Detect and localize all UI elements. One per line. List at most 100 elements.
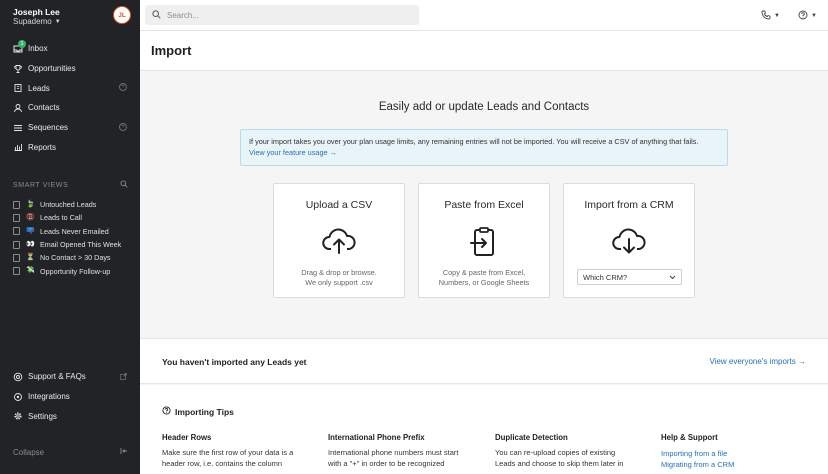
top-bar: ▼ ▼ (140, 0, 828, 31)
inbox-count-badge: 1 (18, 40, 26, 48)
imports-empty-state: You haven't imported any Leads yet View … (140, 338, 828, 384)
smart-view-label: Email Opened This Week (40, 240, 122, 250)
person-icon (13, 103, 23, 113)
search-input[interactable] (167, 10, 407, 20)
help-menu-button[interactable]: ▼ (798, 9, 817, 22)
add-sequence-icon[interactable]: + (119, 122, 127, 131)
smart-views-list: 🍃 Untouched Leads 📵 Leads to Call 📪 Leads N… (13, 198, 133, 278)
sidebar-item-label: Reports (28, 142, 57, 152)
import-from-crm-card[interactable]: Import from a CRM Which CRM? (563, 183, 695, 298)
sidebar-item-label: Support & FAQs (28, 372, 86, 382)
tip-duplicate-detection: Duplicate Detection You can re-upload co… (495, 433, 645, 469)
chevron-down-icon (669, 273, 676, 282)
phone-icon (761, 10, 771, 22)
chart-icon (13, 142, 23, 152)
tip-line: You can re-upload copies of existing (495, 448, 616, 457)
eyes-icon: 👀 (26, 240, 35, 248)
card-description-line: We only support .csv (305, 277, 373, 287)
sidebar-item-integrations[interactable]: Integrations (0, 387, 140, 407)
hourglass-icon: ⏳ (26, 253, 35, 261)
sidebar-item-settings[interactable]: Settings (0, 406, 140, 426)
search-icon (152, 9, 161, 21)
mailbox-icon: 📪 (26, 227, 35, 235)
document-icon (13, 253, 20, 262)
card-description: Copy & paste from Excel, Numbers, or Goo… (425, 268, 543, 287)
sidebar-item-inbox[interactable]: 1 Inbox (0, 39, 140, 59)
tips-title: Importing Tips (175, 406, 234, 417)
sidebar-item-reports[interactable]: Reports (0, 137, 140, 157)
smart-view-item[interactable]: 📵 Leads to Call (13, 211, 133, 224)
search-icon[interactable] (120, 180, 128, 190)
smart-view-label: Opportunity Follow-up (40, 266, 111, 276)
sidebar-item-sequences[interactable]: Sequences + (0, 118, 140, 138)
smart-view-item[interactable]: 👀 Email Opened This Week (13, 238, 133, 251)
paste-from-excel-card[interactable]: Paste from Excel Copy & paste from Excel… (418, 183, 550, 298)
cloud-download-icon (612, 227, 646, 257)
add-lead-icon[interactable]: + (119, 83, 127, 92)
document-icon (13, 240, 20, 249)
tip-line: Leads and choose to skip them later in (495, 458, 624, 468)
caret-down-icon: ▼ (811, 12, 817, 19)
view-everyones-imports-link[interactable]: View everyone's imports → (709, 357, 806, 366)
org-name: Supademo (13, 17, 52, 26)
bottom-nav: Support & FAQs Integrations Settings (0, 367, 140, 426)
importing-from-file-link[interactable]: Importing from a file (661, 448, 811, 459)
tip-body: Importing from a file Migrating from a C… (661, 448, 811, 470)
tips-header: Importing Tips (162, 406, 234, 417)
document-icon (13, 213, 20, 222)
sidebar-item-leads[interactable]: Leads + (0, 78, 140, 98)
lifebuoy-icon (13, 372, 23, 382)
tip-body: International phone numbers must start w… (328, 448, 478, 469)
view-feature-usage-link[interactable]: View your feature usage → (249, 147, 719, 158)
main-nav: 1 Inbox Opportunities Leads + Contacts S… (0, 39, 140, 157)
document-icon (13, 200, 20, 209)
import-heading: Easily add or update Leads and Contacts (378, 101, 590, 113)
card-title: Import from a CRM (584, 199, 674, 211)
smart-view-item[interactable]: 📪 Leads Never Emailed (13, 225, 133, 238)
card-description-line: Drag & drop or browse. (301, 268, 377, 277)
document-icon (13, 227, 20, 236)
crm-select[interactable]: Which CRM? (577, 269, 682, 285)
sidebar-item-label: Settings (28, 411, 57, 421)
gear-icon (13, 411, 23, 421)
importing-tips: Importing Tips Header Rows Make sure the… (140, 385, 828, 474)
sidebar-item-opportunities[interactable]: Opportunities (0, 59, 140, 79)
sidebar-item-contacts[interactable]: Contacts (0, 98, 140, 118)
trophy-icon (13, 64, 23, 74)
plug-icon (13, 392, 23, 402)
sidebar-item-label: Inbox (28, 44, 48, 54)
sidebar-item-label: Contacts (28, 103, 60, 113)
page-header: Import (140, 31, 828, 71)
migrating-from-crm-link[interactable]: Migrating from a CRM (661, 459, 811, 470)
tip-line: Make sure the first row of your data is … (162, 448, 294, 457)
tip-line: with a "+" in order to be recognized (328, 458, 445, 468)
collapse-icon (120, 447, 128, 457)
tip-international-phone: International Phone Prefix International… (328, 433, 478, 469)
notice-text: If your import takes you over your plan … (249, 137, 699, 146)
external-link-icon (120, 373, 127, 380)
card-description-line: Numbers, or Google Sheets (438, 277, 530, 287)
search-bar[interactable] (145, 5, 419, 25)
phone-off-icon: 📵 (26, 213, 35, 221)
org-switcher[interactable]: Supademo ▼ (13, 17, 61, 27)
collapse-sidebar-button[interactable]: Collapse (13, 447, 128, 457)
smart-view-item[interactable]: 💸 Opportunity Follow-up (13, 264, 133, 277)
clipboard-paste-icon (467, 227, 501, 257)
tip-line: header row, i.e. contains the column (162, 458, 283, 468)
tip-header-rows: Header Rows Make sure the first row of y… (162, 433, 312, 469)
smart-view-item[interactable]: ⏳ No Contact > 30 Days (13, 251, 133, 264)
avatar[interactable]: JL (113, 6, 131, 24)
phone-menu-button[interactable]: ▼ (761, 9, 780, 22)
caret-down-icon: ▼ (54, 19, 61, 25)
empty-state-title: You haven't imported any Leads yet (162, 357, 307, 367)
smart-view-label: No Contact > 30 Days (40, 253, 111, 263)
page-title: Import (151, 43, 192, 58)
card-title: Paste from Excel (444, 199, 524, 211)
smart-view-item[interactable]: 🍃 Untouched Leads (13, 198, 133, 211)
upload-csv-card[interactable]: Upload a CSV Drag & drop or browse. We o… (273, 183, 405, 298)
smart-view-label: Untouched Leads (40, 200, 97, 210)
smart-views-title: SMART VIEWS (13, 181, 69, 189)
user-menu[interactable]: Joseph Lee Supademo ▼ (13, 7, 61, 27)
sidebar-item-label: Leads (28, 83, 50, 93)
sidebar-item-support[interactable]: Support & FAQs (0, 367, 140, 387)
